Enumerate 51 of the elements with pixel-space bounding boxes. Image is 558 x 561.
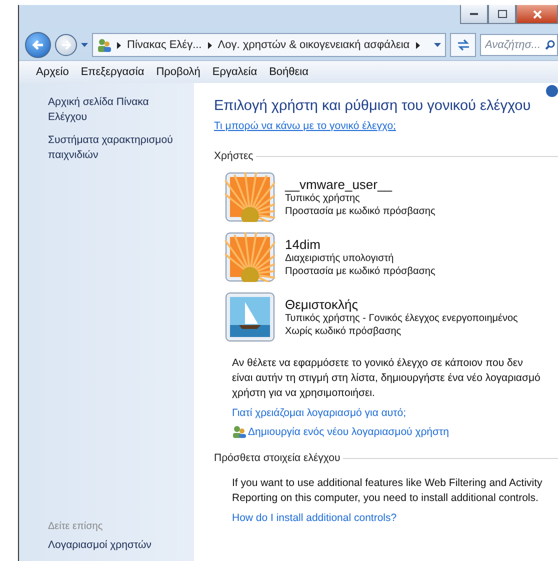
back-arrow-icon [32, 39, 44, 51]
chevron-icon[interactable] [416, 42, 420, 48]
back-button[interactable] [25, 32, 51, 58]
install-controls-link[interactable]: How do I install additional controls? [232, 512, 558, 524]
close-button[interactable] [516, 5, 558, 24]
controls-text: If you want to use additional features like Web Filtering and Activity Reporting on this computer, you need to install additional controls. [232, 476, 544, 506]
chevron-icon[interactable] [208, 42, 212, 48]
menu-item[interactable]: Αρχείο [31, 64, 74, 80]
minimize-icon [470, 12, 478, 16]
sidebar-link[interactable]: Λογαριασμοί χρηστών [48, 538, 184, 553]
user-avatar[interactable] [225, 292, 275, 342]
user-detail: Τυπικός χρήστης - Γονικός έλεγχος ενεργοποιημένος [285, 312, 518, 324]
refresh-button[interactable] [450, 33, 476, 57]
forward-arrow-icon [61, 40, 71, 50]
user-detail: Προστασία με κωδικό πρόσβασης [285, 204, 436, 218]
info-text: Αν θέλετε να εφαρμόσετε το γονικό έλεγχο σε κάποιον που δεν είναι αυτήν τη στιγμή στη λίστα, δημιουργήστε ένα νέο λογαριασμό χρήστη για να χρησιμοποιήσει. [232, 356, 542, 401]
section-heading: Χρήστες [214, 150, 254, 162]
refresh-arrows-icon [456, 39, 470, 51]
create-account-link[interactable]: Δημιουργία ενός νέου λογαριασμού χρήστη [248, 426, 449, 438]
search-icon [545, 40, 555, 50]
user-name[interactable]: 14dim [285, 236, 436, 252]
user-detail: Χωρίς κωδικό πρόσβασης [285, 324, 402, 338]
menu-item[interactable]: Προβολή [151, 64, 206, 80]
maximize-button[interactable] [488, 5, 516, 24]
sidebar-link[interactable]: Αρχική σελίδα Πίνακα Ελέγχου [48, 95, 184, 125]
breadcrumb[interactable]: Λογ. χρηστών & οικογενειακή ασφάλεια [218, 39, 410, 51]
user-detail: Προστασία με κωδικό πρόσβασης [285, 264, 436, 278]
user-name[interactable]: Θεμιστοκλής [285, 296, 518, 312]
why-link[interactable]: Γιατί χρειάζομαι λογαριασμό για αυτό; [232, 407, 558, 419]
menu-item[interactable]: Εργαλεία [207, 64, 262, 80]
user-detail: Τυπικός χρήστης [285, 192, 360, 204]
dropdown-icon[interactable] [434, 43, 441, 47]
dropdown-icon[interactable] [81, 43, 88, 47]
help-link[interactable]: Τι μπορώ να κάνω με το γονικό έλεγχο; [214, 120, 558, 132]
forward-button[interactable] [55, 34, 77, 56]
breadcrumb[interactable]: Πίνακας Ελέγ... [127, 39, 202, 51]
page-title: Επιλογή χρήστη και ρύθμιση του γονικού ελέγχου [214, 98, 532, 114]
sidebar-link[interactable]: Συστήματα χαρακτηρισμού παιχνιδιών [48, 133, 184, 163]
user-detail: Διαχειριστής υπολογιστή [285, 252, 395, 264]
see-also-heading: Δείτε επίσης [48, 521, 104, 532]
close-icon [532, 10, 542, 18]
users-icon [97, 38, 111, 52]
menu-item[interactable]: Βοήθεια [264, 64, 314, 80]
menu-item[interactable]: Επεξεργασία [76, 64, 150, 80]
chevron-icon[interactable] [117, 42, 121, 48]
section-heading: Πρόσθετα στοιχεία ελέγχου [214, 452, 340, 464]
address-bar[interactable]: Πίνακας Ελέγ... Λογ. χρηστών & οικογενειακή ασφάλεια [92, 33, 446, 57]
maximize-icon [498, 10, 506, 18]
user-name[interactable]: __vmware_user__ [285, 176, 436, 192]
users-icon [232, 425, 246, 438]
minimize-button[interactable] [460, 5, 488, 24]
